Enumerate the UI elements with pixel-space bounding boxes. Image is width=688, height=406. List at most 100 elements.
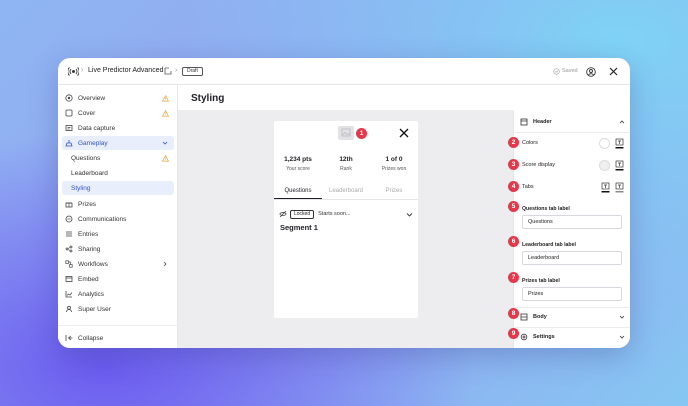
collapse-button[interactable]: Collapse [62, 331, 174, 345]
communications-icon [65, 215, 73, 223]
callout-marker-1: 1 [356, 128, 367, 139]
close-icon[interactable] [609, 67, 618, 76]
game-preview-card: 1,234 pts Your score 12th Rank 1 of 0 Pr… [274, 121, 418, 318]
sharing-icon [65, 245, 73, 253]
sidebar-item-analytics[interactable]: Analytics [62, 287, 174, 301]
data-capture-icon [65, 125, 73, 131]
image-placeholder[interactable] [338, 126, 354, 140]
user-avatar-icon[interactable] [586, 67, 596, 77]
sidebar-item-cover[interactable]: Cover [62, 106, 174, 120]
layout-header-icon [520, 118, 528, 126]
sidebar-item-overview[interactable]: Overview [62, 91, 174, 105]
leaderboard-tab-input[interactable]: Leaderboard [522, 251, 622, 265]
questions-tab-input[interactable]: Questions [522, 215, 622, 229]
stat-value: 12th [339, 156, 353, 163]
sidebar-item-label: Analytics [78, 290, 105, 298]
collapse-label: Collapse [78, 334, 104, 342]
sidebar-item-label: Overview [78, 94, 106, 102]
eye-off-icon [279, 210, 287, 218]
score-display-label: Score display [522, 162, 556, 168]
sidebar-item-gameplay[interactable]: Gameplay [62, 136, 174, 150]
stat-prizes: 1 of 0 Prizes won [370, 156, 418, 172]
top-bar: › Live Predictor Advanced › Draft Saved [58, 58, 630, 85]
style-settings-panel: Header Colors Score display Tabs Questio… [513, 111, 630, 348]
segment-header[interactable]: Locked Starts soon... [279, 209, 413, 219]
starts-status: Starts soon... [318, 211, 351, 217]
colors-label: Colors [522, 140, 538, 146]
tab-prizes[interactable]: Prizes [370, 184, 418, 199]
collapse-icon [65, 335, 73, 341]
status-badge: Draft [182, 67, 203, 76]
image-icon [341, 128, 351, 137]
text-color-icon[interactable] [615, 138, 624, 149]
sidebar-item-leaderboard[interactable]: Leaderboard [62, 166, 174, 180]
color-swatch[interactable] [599, 137, 610, 149]
questions-tab-field-label: Questions tab label [522, 206, 570, 212]
stat-rank: 12th Rank [322, 156, 370, 172]
sidebar-item-prizes[interactable]: Prizes [62, 197, 174, 211]
score-display-row: Score display [522, 159, 624, 171]
sidebar-item-label: Workflows [78, 260, 108, 268]
breadcrumb-separator: › [81, 67, 84, 74]
sidebar-item-embed[interactable]: Embed [62, 272, 174, 286]
chevron-down-icon [619, 335, 625, 339]
body-section-label: Body [533, 314, 547, 320]
breadcrumb-separator: › [175, 67, 178, 74]
overview-icon [65, 94, 73, 102]
sidebar-item-label: Entries [78, 230, 99, 238]
segment-title: Segment 1 [280, 223, 318, 232]
sidebar-item-workflows[interactable]: Workflows [62, 257, 174, 271]
color-swatch[interactable] [599, 159, 610, 171]
sidebar-item-entries[interactable]: Entries [62, 227, 174, 241]
leaderboard-tab-field-label: Leaderboard tab label [522, 242, 576, 248]
sidebar-item-super-user[interactable]: Super User [62, 302, 174, 316]
colors-row: Colors [522, 137, 624, 149]
analytics-icon [65, 291, 73, 298]
settings-section-toggle[interactable]: Settings [520, 331, 625, 343]
body-section-toggle[interactable]: Body [520, 311, 625, 323]
tabs-label: Tabs [522, 184, 534, 190]
broadcast-logo-icon [68, 67, 79, 76]
tab-questions[interactable]: Questions [274, 184, 322, 199]
sidebar-item-data-capture[interactable]: Data capture [62, 121, 174, 135]
text-color-icon[interactable] [615, 182, 624, 193]
sidebar-item-label: Gameplay [78, 139, 108, 147]
workflows-icon [65, 260, 73, 268]
settings-section-label: Settings [533, 334, 555, 340]
tab-leaderboard[interactable]: Leaderboard [322, 184, 370, 199]
callout-marker-3: 3 [508, 159, 519, 170]
saved-status: Saved [562, 68, 578, 74]
score-stats: 1,234 pts Your score 12th Rank 1 of 0 Pr… [274, 156, 418, 172]
sidebar-item-questions[interactable]: Questions [62, 151, 174, 165]
preview-tabs: Questions Leaderboard Prizes [274, 184, 418, 200]
text-color-icon[interactable] [615, 160, 624, 171]
chevron-down-icon [162, 141, 168, 145]
sidebar-item-label: Embed [78, 275, 99, 283]
header-section-toggle[interactable]: Header [520, 117, 625, 127]
locked-badge: Locked [290, 209, 315, 219]
sidebar-item-label: Data capture [78, 124, 116, 132]
app-title[interactable]: Live Predictor Advanced [88, 67, 164, 74]
sidebar-item-styling[interactable]: Styling [62, 181, 174, 195]
text-color-icon[interactable] [601, 182, 610, 193]
embed-icon [65, 276, 73, 282]
sidebar-item-communications[interactable]: Communications [62, 212, 174, 226]
sidebar-item-label: Communications [78, 215, 127, 223]
edit-icon[interactable] [164, 67, 172, 75]
stat-caption: Your score [286, 166, 310, 172]
close-icon[interactable] [399, 128, 409, 138]
sidebar-item-label: Sharing [78, 245, 101, 253]
section-divider [514, 132, 630, 133]
callout-marker-9: 9 [508, 328, 519, 339]
header-section-label: Header [533, 119, 552, 125]
stat-value: 1,234 pts [284, 156, 312, 163]
cloud-check-icon [553, 68, 560, 75]
prizes-tab-input[interactable]: Prizes [522, 287, 622, 301]
callout-marker-6: 6 [508, 236, 519, 247]
callout-marker-8: 8 [508, 308, 519, 319]
chevron-down-icon[interactable] [406, 211, 413, 218]
page-title: Styling [191, 93, 225, 104]
callout-marker-2: 2 [508, 137, 519, 148]
stat-score: 1,234 pts Your score [274, 156, 322, 172]
sidebar-item-sharing[interactable]: Sharing [62, 242, 174, 256]
